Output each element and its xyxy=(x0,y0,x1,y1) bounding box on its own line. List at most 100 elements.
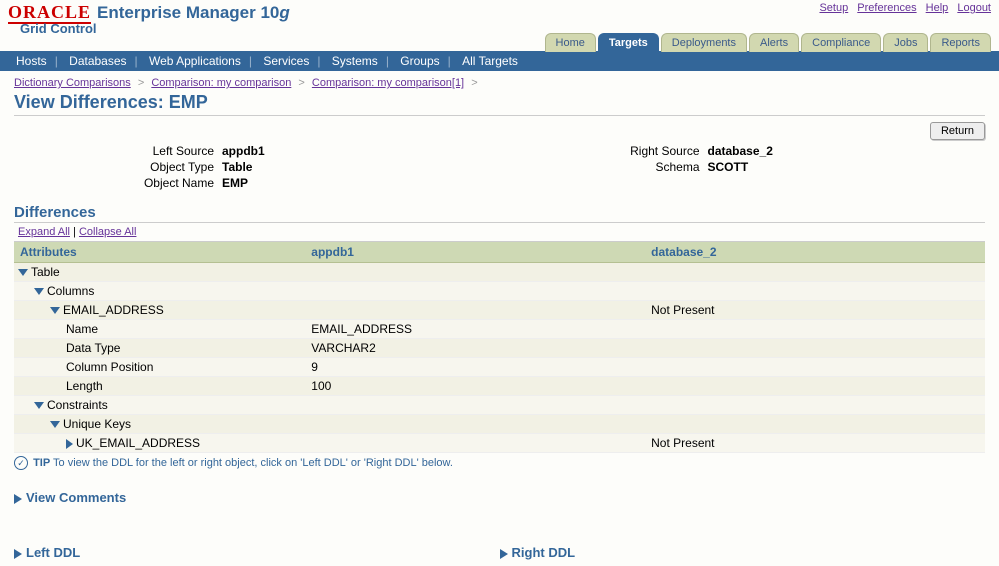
expand-all-link[interactable]: Expand All xyxy=(18,226,70,238)
row-left-value xyxy=(305,282,645,301)
row-label: UK_EMAIL_ADDRESS xyxy=(76,436,200,450)
collapse-icon[interactable] xyxy=(34,288,44,295)
right-source-label: Right Source xyxy=(500,144,708,158)
breadcrumb-2[interactable]: Comparison: my comparison[1] xyxy=(312,77,464,89)
table-row: Name EMAIL_ADDRESS xyxy=(14,320,985,339)
tip-row: ✓ TIP To view the DDL for the left or ri… xyxy=(14,456,985,470)
row-left-value xyxy=(305,263,645,282)
table-row: Columns xyxy=(14,282,985,301)
table-row: Length 100 xyxy=(14,377,985,396)
row-label: EMAIL_ADDRESS xyxy=(63,303,164,317)
expand-icon xyxy=(500,549,508,559)
row-right-value: Not Present xyxy=(645,301,985,320)
row-right-value xyxy=(645,396,985,415)
collapse-icon[interactable] xyxy=(50,307,60,314)
row-left-value xyxy=(305,415,645,434)
help-link[interactable]: Help xyxy=(926,2,949,14)
object-type-label: Object Type xyxy=(14,160,222,174)
row-left-value xyxy=(305,434,645,453)
row-right-value xyxy=(645,282,985,301)
view-comments-section[interactable]: View Comments xyxy=(14,490,985,505)
col-right: database_2 xyxy=(645,242,985,263)
breadcrumb-0[interactable]: Dictionary Comparisons xyxy=(14,77,131,89)
col-attributes: Attributes xyxy=(14,242,305,263)
subnav-systems[interactable]: Systems xyxy=(332,54,378,68)
tab-compliance[interactable]: Compliance xyxy=(801,33,881,52)
tab-alerts[interactable]: Alerts xyxy=(749,33,799,52)
oracle-logo: ORACLE xyxy=(8,2,91,23)
table-row: Table xyxy=(14,263,985,282)
row-label: Constraints xyxy=(47,398,108,412)
row-left-value: 100 xyxy=(305,377,645,396)
expand-icon xyxy=(14,494,22,504)
sub-nav: Hosts| Databases| Web Applications| Serv… xyxy=(0,51,999,71)
subnav-webapps[interactable]: Web Applications xyxy=(149,54,241,68)
subnav-hosts[interactable]: Hosts xyxy=(16,54,47,68)
collapse-all-link[interactable]: Collapse All xyxy=(79,226,136,238)
tab-deployments[interactable]: Deployments xyxy=(661,33,747,52)
logout-link[interactable]: Logout xyxy=(957,2,991,14)
col-left: appdb1 xyxy=(305,242,645,263)
tip-text: To view the DDL for the left or right ob… xyxy=(53,457,453,469)
return-button[interactable]: Return xyxy=(930,122,985,140)
collapse-icon[interactable] xyxy=(50,421,60,428)
tab-jobs[interactable]: Jobs xyxy=(883,33,928,52)
row-left-value xyxy=(305,301,645,320)
row-left-value xyxy=(305,396,645,415)
object-name-value: EMP xyxy=(222,176,248,190)
table-row: UK_EMAIL_ADDRESSNot Present xyxy=(14,434,985,453)
differences-table: Attributes appdb1 database_2 Table Column… xyxy=(14,242,985,453)
row-right-value xyxy=(645,320,985,339)
schema-value: SCOTT xyxy=(708,160,749,174)
product-title: Enterprise Manager 10g xyxy=(97,3,290,23)
row-label: Table xyxy=(31,265,60,279)
row-left-value: EMAIL_ADDRESS xyxy=(305,320,645,339)
row-label: Columns xyxy=(47,284,94,298)
left-source-value: appdb1 xyxy=(222,144,265,158)
row-label: Unique Keys xyxy=(63,417,131,431)
row-right-value xyxy=(645,358,985,377)
subnav-databases[interactable]: Databases xyxy=(69,54,126,68)
tip-icon: ✓ xyxy=(14,456,28,470)
breadcrumb: Dictionary Comparisons > Comparison: my … xyxy=(14,77,985,89)
row-left-value: VARCHAR2 xyxy=(305,339,645,358)
table-row: Constraints xyxy=(14,396,985,415)
grid-control-label: Grid Control xyxy=(20,21,290,36)
collapse-icon[interactable] xyxy=(18,269,28,276)
top-links: Setup Preferences Help Logout xyxy=(813,2,991,14)
differences-title: Differences xyxy=(14,204,985,223)
subnav-alltargets[interactable]: All Targets xyxy=(462,54,518,68)
page-title: View Differences: EMP xyxy=(14,92,985,116)
tab-reports[interactable]: Reports xyxy=(930,33,991,52)
row-label: Column Position xyxy=(66,360,153,374)
tip-label: TIP xyxy=(33,457,50,469)
right-source-value: database_2 xyxy=(708,144,773,158)
setup-link[interactable]: Setup xyxy=(819,2,848,14)
row-left-value: 9 xyxy=(305,358,645,377)
expand-icon[interactable] xyxy=(66,439,73,449)
row-label: Length xyxy=(66,379,103,393)
preferences-link[interactable]: Preferences xyxy=(857,2,916,14)
subnav-groups[interactable]: Groups xyxy=(400,54,439,68)
breadcrumb-1[interactable]: Comparison: my comparison xyxy=(151,77,291,89)
schema-label: Schema xyxy=(500,160,708,174)
tab-home[interactable]: Home xyxy=(545,33,596,52)
expand-icon xyxy=(14,549,22,559)
collapse-icon[interactable] xyxy=(34,402,44,409)
table-row: Unique Keys xyxy=(14,415,985,434)
right-ddl-section[interactable]: Right DDL xyxy=(500,545,986,560)
table-row: Data Type VARCHAR2 xyxy=(14,339,985,358)
row-right-value xyxy=(645,415,985,434)
row-label: Data Type xyxy=(66,341,120,355)
subnav-services[interactable]: Services xyxy=(263,54,309,68)
table-row: EMAIL_ADDRESS Not Present xyxy=(14,301,985,320)
object-type-value: Table xyxy=(222,160,252,174)
row-right-value xyxy=(645,339,985,358)
row-right-value xyxy=(645,263,985,282)
left-source-label: Left Source xyxy=(14,144,222,158)
tab-targets[interactable]: Targets xyxy=(598,33,659,52)
row-right-value xyxy=(645,377,985,396)
table-row: Column Position 9 xyxy=(14,358,985,377)
left-ddl-section[interactable]: Left DDL xyxy=(14,545,500,560)
row-label: Name xyxy=(66,322,98,336)
